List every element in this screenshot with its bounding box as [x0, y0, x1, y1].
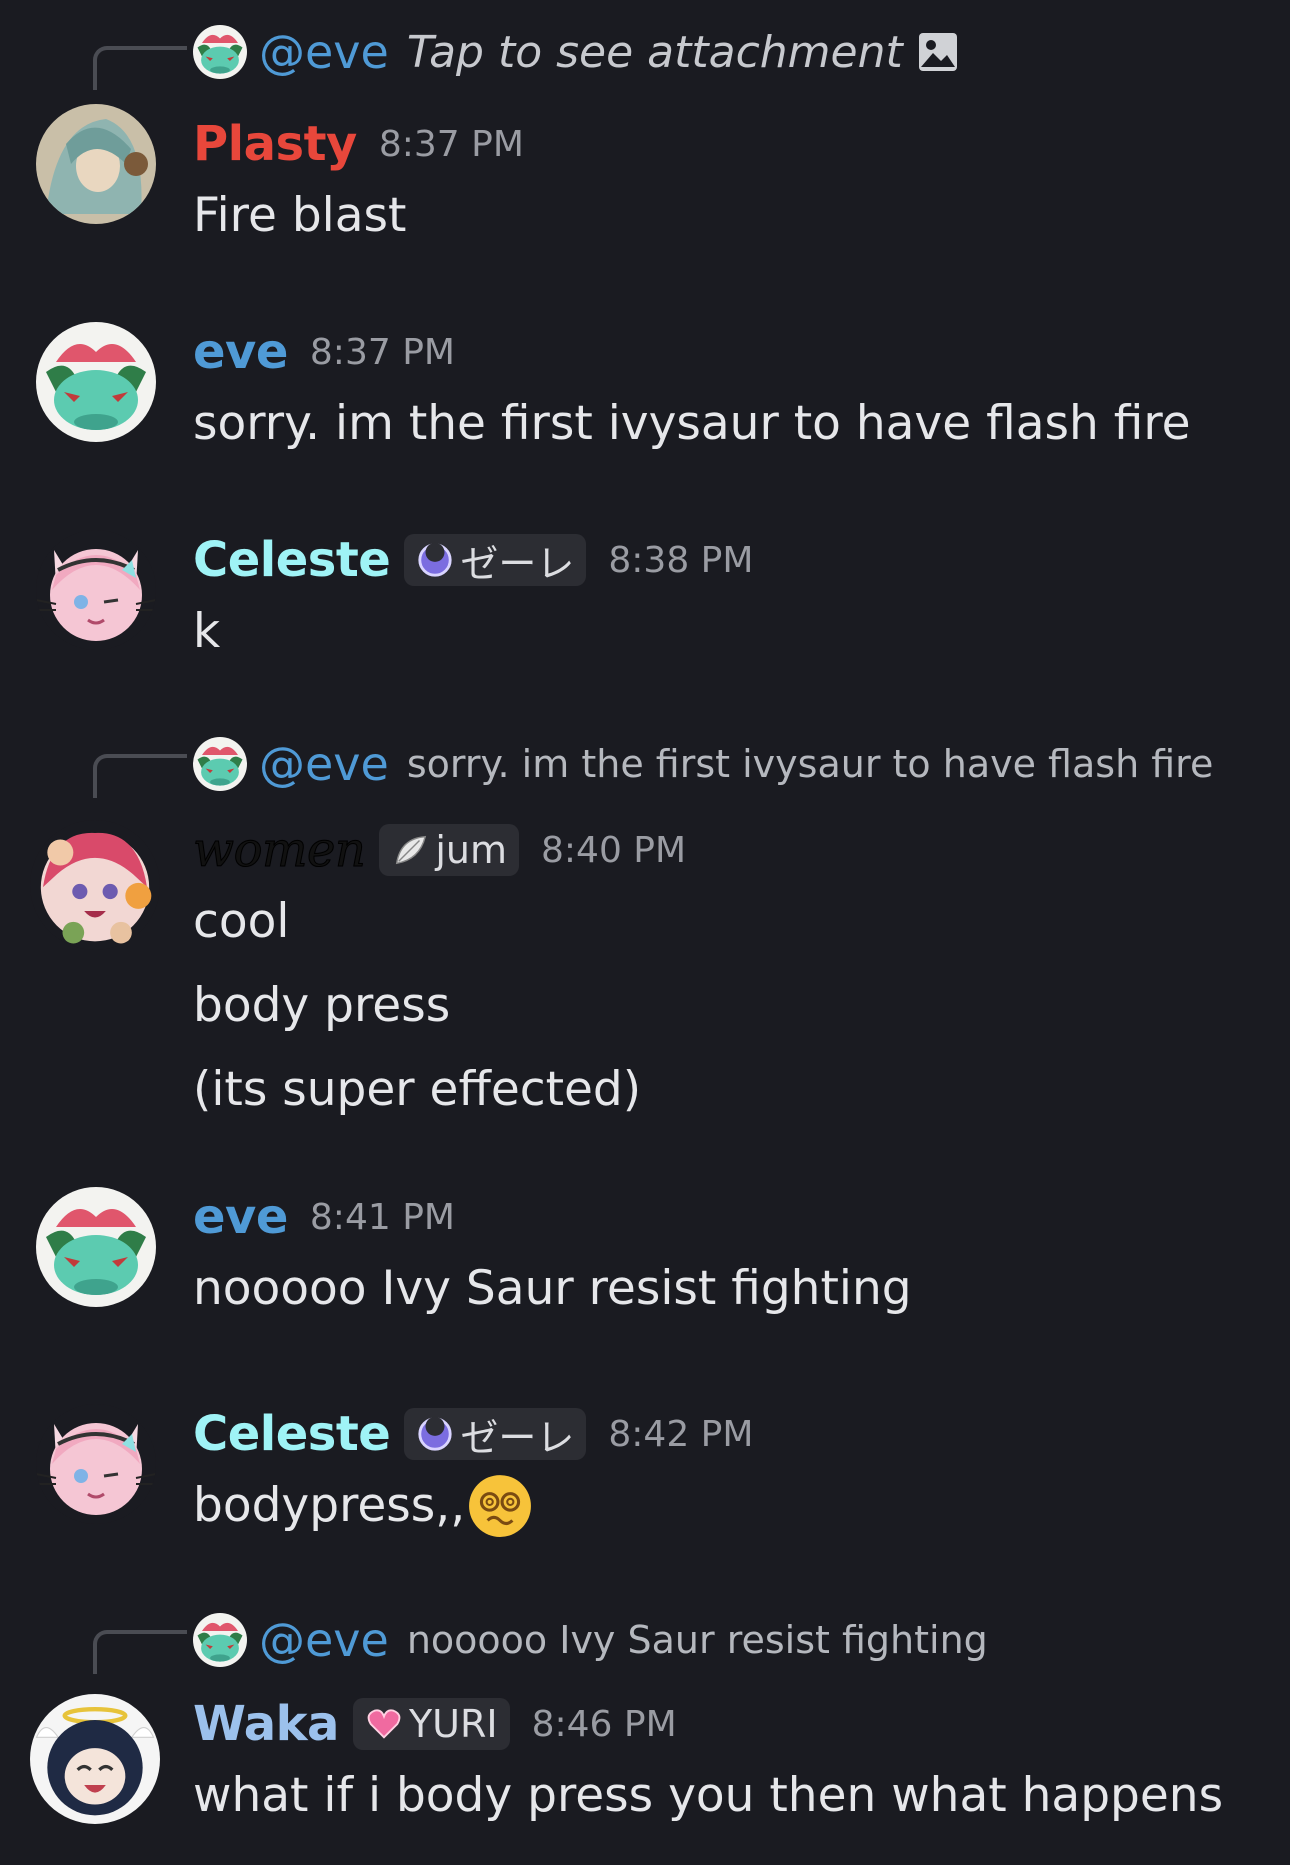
role-tag[interactable]: jum — [379, 824, 519, 876]
feather-icon — [391, 831, 429, 869]
message-text: k — [193, 604, 221, 659]
reply-text: Tap to see attachment — [406, 26, 903, 78]
author-name[interactable]: Celeste — [193, 532, 391, 588]
reply-spine — [93, 754, 187, 798]
message-text: what if i body press you then what happe… — [193, 1768, 1224, 1823]
message-text: bodypress,, — [193, 1478, 466, 1533]
author-name[interactable]: Plasty — [193, 116, 357, 172]
role-tag-label: ゼーレ — [460, 1415, 575, 1460]
role-tag-label: jum — [435, 828, 507, 872]
reply-mention[interactable]: @eve — [259, 25, 389, 79]
moon-icon — [416, 1415, 454, 1453]
avatar[interactable] — [30, 820, 160, 950]
author-name[interactable]: eve — [193, 324, 288, 380]
message-text: cool — [193, 894, 290, 949]
author-name[interactable]: Waka — [193, 1696, 339, 1752]
avatar[interactable] — [36, 104, 156, 224]
reply-spine — [93, 46, 187, 90]
reply-text: sorry. im the first ivysaur to have flas… — [406, 742, 1214, 786]
timestamp: 8:40 PM — [541, 829, 687, 871]
reply-text: nooooo Ivy Saur resist fighting — [406, 1618, 988, 1662]
dizzy-face-emoji — [469, 1475, 532, 1537]
reply-mention[interactable]: @eve — [259, 737, 389, 791]
message-text: nooooo Ivy Saur resist fighting — [193, 1261, 912, 1316]
image-icon — [918, 33, 957, 71]
reply-preview[interactable]: @eve sorry. im the first ivysaur to have… — [193, 735, 1213, 793]
role-tag[interactable]: ゼーレ — [404, 534, 587, 586]
role-tag[interactable]: ゼーレ — [404, 1408, 587, 1460]
reply-preview[interactable]: @eve nooooo Ivy Saur resist fighting — [193, 1611, 988, 1669]
heart-icon — [365, 1705, 403, 1743]
reply-avatar — [193, 25, 247, 79]
message-text: sorry. im the first ivysaur to have flas… — [193, 396, 1191, 451]
author-name[interactable]: women — [192, 822, 366, 879]
message-text: Fire blast — [193, 188, 407, 243]
reply-avatar — [193, 1613, 247, 1667]
avatar[interactable] — [30, 1694, 160, 1824]
avatar[interactable] — [36, 322, 156, 442]
role-tag-label: YURI — [408, 1702, 498, 1746]
avatar[interactable] — [36, 1187, 156, 1307]
role-tag[interactable]: YURI — [352, 1698, 510, 1750]
timestamp: 8:38 PM — [608, 539, 754, 581]
author-name[interactable]: Celeste — [193, 1406, 391, 1462]
message-text: (its super effected) — [193, 1062, 642, 1117]
reply-preview[interactable]: @eve Tap to see attachment — [193, 23, 959, 81]
reply-avatar — [193, 737, 247, 791]
reply-spine — [93, 1630, 187, 1674]
moon-icon — [416, 541, 454, 579]
timestamp: 8:37 PM — [378, 123, 524, 165]
author-name[interactable]: eve — [193, 1189, 288, 1245]
avatar[interactable] — [36, 530, 156, 650]
timestamp: 8:46 PM — [531, 1703, 677, 1745]
timestamp: 8:37 PM — [309, 331, 455, 373]
avatar[interactable] — [36, 1404, 156, 1524]
role-tag-label: ゼーレ — [460, 541, 575, 586]
message-text: body press — [193, 978, 451, 1033]
timestamp: 8:41 PM — [309, 1196, 455, 1238]
timestamp: 8:42 PM — [608, 1413, 754, 1455]
reply-mention[interactable]: @eve — [259, 1613, 389, 1667]
